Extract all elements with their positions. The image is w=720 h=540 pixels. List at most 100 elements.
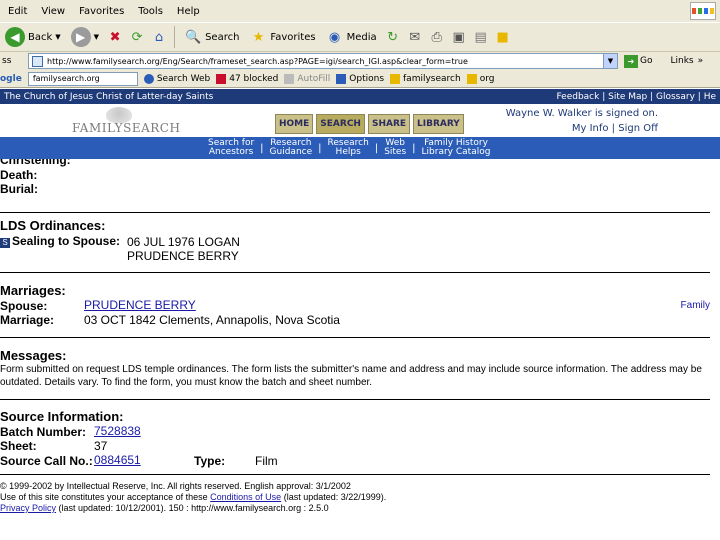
tab-search[interactable]: SEARCH (316, 114, 365, 134)
nav-research-helps[interactable]: Research Helps (328, 139, 369, 157)
google-toolbar: ogle familysearch.org Search Web 47 bloc… (0, 70, 720, 88)
familysearch-header: FAMILYSEARCH HOME SEARCH SHARE LIBRARY W… (0, 104, 720, 136)
batch-link[interactable]: 7528838 (94, 424, 141, 438)
section-divider (0, 399, 710, 400)
google-logo[interactable]: ogle (0, 74, 22, 84)
section-divider (0, 474, 710, 475)
copyright-text: © 1999-2002 by Intellectual Reserve, Inc… (0, 481, 351, 491)
menu-favorites[interactable]: Favorites (79, 6, 124, 17)
sign-off-link[interactable]: Sign Off (618, 123, 658, 134)
highlighter-icon (466, 73, 477, 84)
star-icon: ★ (252, 29, 265, 45)
chevron-down-icon: ▼ (55, 33, 61, 41)
sealing-value-2: PRUDENCE BERRY (127, 249, 239, 263)
my-info-link[interactable]: My Info (572, 123, 609, 134)
address-dropdown-icon[interactable]: ▼ (603, 54, 617, 68)
marriages-title: Marriages: (0, 283, 66, 298)
batch-label: Batch Number: (0, 425, 87, 439)
discuss-icon[interactable]: ▤ (472, 28, 490, 46)
menu-tools[interactable]: Tools (138, 6, 163, 17)
menu-edit[interactable]: Edit (8, 6, 27, 17)
death-label: Death: (0, 168, 38, 182)
favorites-button[interactable]: ★ Favorites (246, 25, 318, 49)
history-icon[interactable]: ↻ (384, 28, 402, 46)
tab-share[interactable]: SHARE (367, 114, 411, 134)
privacy-policy-link[interactable]: Privacy Policy (0, 503, 56, 513)
forward-button[interactable]: ▶ ▼ (68, 25, 102, 49)
burial-label: Burial: (0, 182, 39, 196)
search-web-icon (143, 73, 154, 84)
nav-search-ancestors[interactable]: Search for Ancestors (208, 139, 254, 157)
help-link[interactable]: He (704, 92, 716, 102)
refresh-icon[interactable]: ⟳ (128, 28, 146, 46)
media-icon: ◉ (328, 29, 341, 45)
mail-icon[interactable]: ✉ (406, 28, 424, 46)
edit-icon[interactable]: ▣ (450, 28, 468, 46)
nav-web-sites[interactable]: Web Sites (384, 139, 406, 157)
spouse-label: Spouse: (0, 299, 48, 313)
back-arrow-icon: ◀ (5, 27, 25, 47)
christening-label: Christening: (0, 159, 71, 167)
highlight-word-org[interactable]: org (466, 73, 494, 84)
menu-bar: Edit View Favorites Tools Help (0, 0, 720, 22)
sheet-value: 37 (94, 439, 108, 453)
address-input[interactable]: http://www.familysearch.org/Eng/Search/f… (28, 53, 618, 69)
tab-library[interactable]: LIBRARY (413, 114, 464, 134)
marriage-label: Marriage: (0, 313, 55, 327)
feedback-link[interactable]: Feedback (556, 92, 599, 102)
search-subnav: Search for Ancestors | Research Guidance… (0, 137, 720, 159)
search-button[interactable]: 🔍 Search (181, 25, 242, 49)
messenger-icon[interactable]: ■ (494, 28, 512, 46)
section-divider (0, 272, 710, 273)
sealing-label: Sealing to Spouse: (12, 234, 121, 248)
back-button[interactable]: ◀ Back ▼ (2, 25, 64, 49)
type-label: Type: (194, 454, 226, 468)
popup-blocker-button[interactable]: 47 blocked (216, 73, 278, 84)
site-map-link[interactable]: Site Map (608, 92, 647, 102)
links-button[interactable]: Links (670, 56, 693, 66)
print-icon[interactable]: ⎙ (428, 28, 446, 46)
search-web-button[interactable]: Search Web (143, 73, 210, 84)
record-content: Christening: Death: Burial: LDS Ordinanc… (0, 159, 720, 540)
popup-blocker-icon (216, 73, 227, 84)
sealing-badge: S (0, 238, 10, 248)
chevron-down-icon: ▼ (93, 33, 100, 41)
media-button[interactable]: ◉ Media (323, 25, 380, 49)
familysearch-logo[interactable]: FAMILYSEARCH (72, 107, 182, 135)
privacy-line: Privacy Policy (last updated: 10/12/2001… (0, 503, 329, 513)
highlighter-icon (390, 73, 401, 84)
menu-help[interactable]: Help (177, 6, 200, 17)
options-icon (336, 73, 347, 84)
sealing-value-1: 06 JUL 1976 LOGAN (127, 235, 240, 249)
menu-view[interactable]: View (41, 6, 65, 17)
sheet-label: Sheet: (0, 439, 37, 453)
family-link[interactable]: Family (681, 300, 710, 311)
autofill-icon (284, 73, 295, 84)
section-divider (0, 337, 710, 338)
tab-home[interactable]: HOME (275, 114, 314, 134)
call-number-label: Source Call No.: (0, 454, 93, 468)
home-icon[interactable]: ⌂ (150, 28, 168, 46)
highlight-word-familysearch[interactable]: familysearch (390, 73, 461, 84)
top-links: Feedback | Site Map | Glossary | He (556, 91, 716, 102)
google-search-input[interactable]: familysearch.org (27, 71, 138, 86)
marriage-value: 03 OCT 1842 Clements, Annapolis, Nova Sc… (84, 313, 340, 327)
autofill-button[interactable]: AutoFill (284, 73, 330, 84)
message-line-2: outdated. Details vary. To find the form… (0, 377, 373, 388)
spouse-link[interactable]: PRUDENCE BERRY (84, 298, 196, 312)
signed-in-text: Wayne W. Walker is signed on. (505, 108, 658, 119)
section-divider (0, 212, 710, 213)
chevron-right-icon[interactable]: » (698, 56, 704, 66)
nav-library-catalog[interactable]: Family History Library Catalog (422, 139, 491, 157)
conditions-of-use-link[interactable]: Conditions of Use (210, 492, 281, 502)
forward-arrow-icon: ▶ (70, 27, 91, 47)
message-line-1: Form submitted on request LDS temple ord… (0, 364, 702, 375)
glossary-link[interactable]: Glossary (656, 92, 695, 102)
address-url: http://www.familysearch.org/Eng/Search/f… (47, 56, 468, 66)
go-button[interactable]: ➜ Go (624, 54, 652, 68)
call-number-link[interactable]: 0884651 (94, 453, 141, 467)
options-button[interactable]: Options (336, 73, 384, 84)
nav-research-guidance[interactable]: Research Guidance (270, 139, 313, 157)
windows-logo-icon (690, 2, 716, 20)
stop-icon[interactable]: ✖ (106, 28, 124, 46)
